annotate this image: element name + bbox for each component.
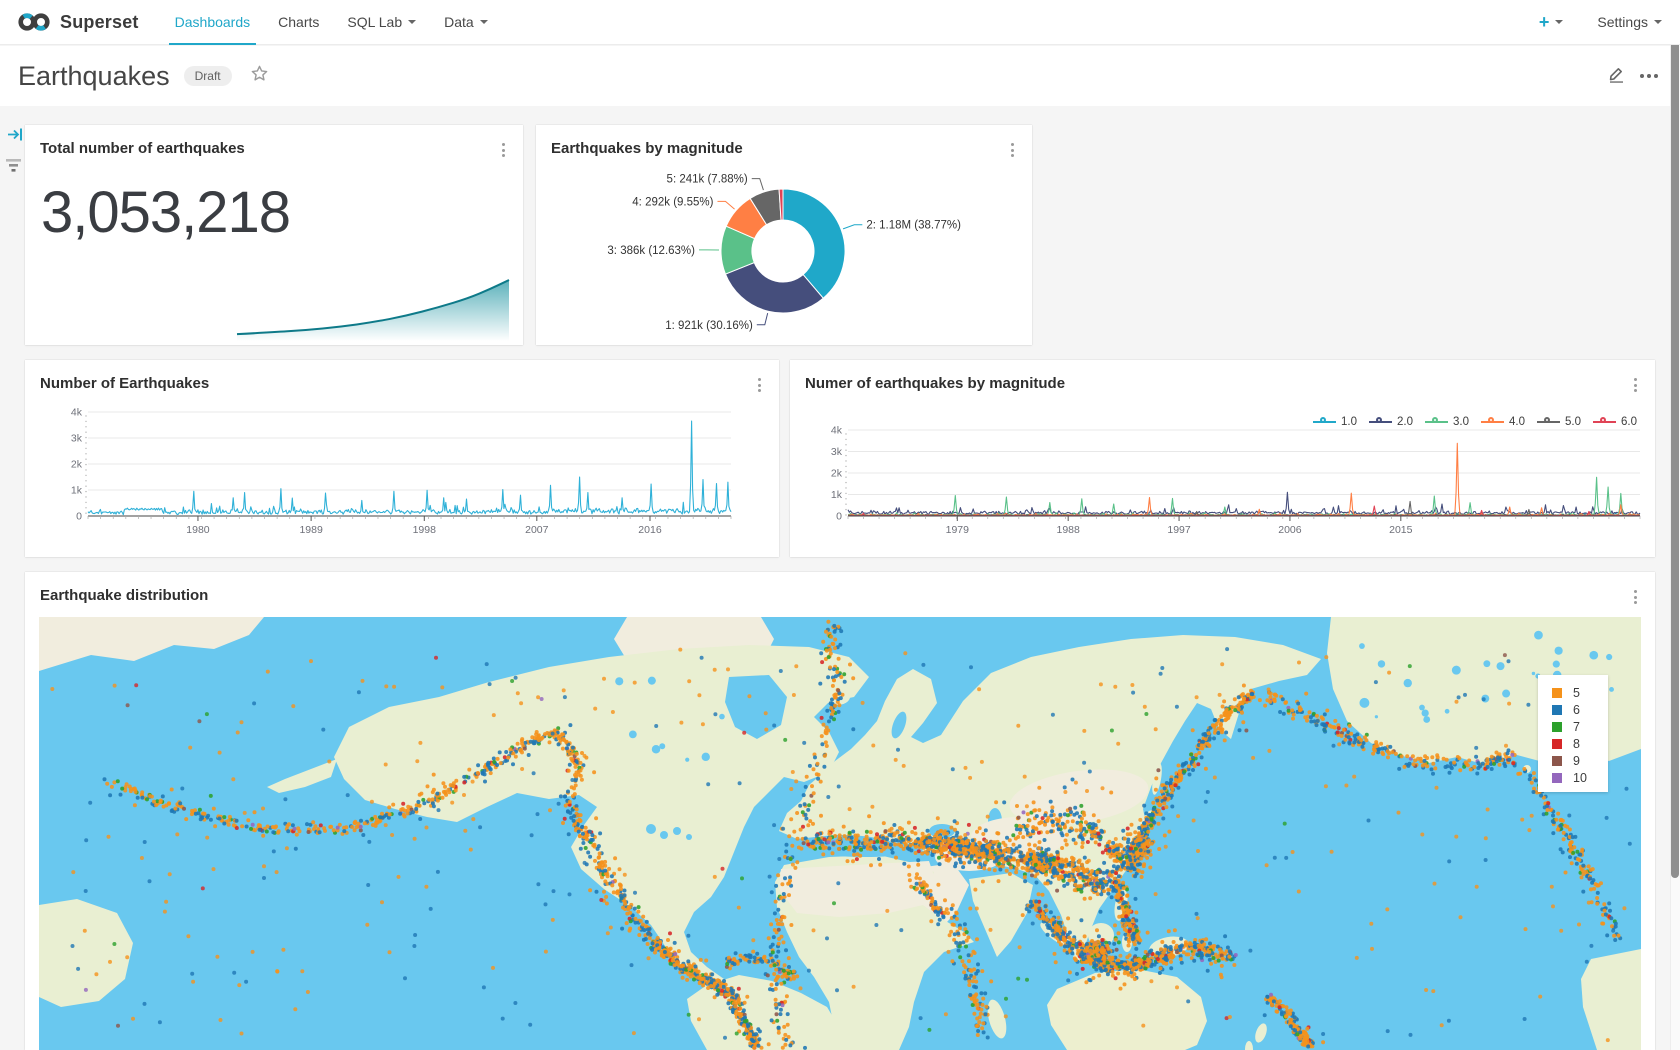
- y-axis-label: 1k: [71, 485, 83, 497]
- chart-title: Number of Earthquakes: [40, 375, 209, 392]
- caret-down-icon: [408, 20, 416, 24]
- plus-icon: +: [1539, 12, 1550, 33]
- map-legend-item-5[interactable]: 5: [1538, 684, 1608, 701]
- caret-down-icon: [1555, 20, 1563, 24]
- timeseries-chart[interactable]: 0 1k 2k 3k 4k 1979 1988 1997 2006 2015: [790, 404, 1655, 554]
- y-axis-label: 0: [836, 511, 842, 523]
- donut-label-line: [717, 201, 734, 209]
- series-line-main: [88, 421, 731, 514]
- map-legend-item-10[interactable]: 10: [1538, 769, 1608, 786]
- chart-title: Earthquake distribution: [40, 587, 208, 604]
- donut-slice-label: 5: 241k (7.88%): [667, 174, 748, 186]
- draft-badge: Draft: [184, 66, 232, 86]
- edit-pencil-icon[interactable]: [1606, 64, 1626, 89]
- card-timeseries-by-magnitude: Numer of earthquakes by magnitude 1.02.0…: [790, 360, 1655, 557]
- legend-label: 5: [1573, 686, 1580, 700]
- new-item-button[interactable]: +: [1539, 12, 1564, 33]
- series-line-3.0: [848, 477, 1640, 515]
- y-axis-label: 4k: [71, 407, 83, 419]
- donut-slice-label: 2: 1.18M (38.77%): [866, 220, 961, 232]
- legend-label: 9: [1573, 754, 1580, 768]
- legend-label: 8: [1573, 737, 1580, 751]
- card-earthquake-map: Earthquake distribution 5 6 7 8 9 10: [25, 572, 1655, 1050]
- donut-slice-label: 3: 386k (12.63%): [607, 245, 695, 257]
- y-axis-label: 3k: [71, 433, 83, 445]
- legend-swatch: [1552, 739, 1562, 749]
- y-axis-label: 4k: [831, 425, 843, 437]
- card-timeseries: Number of Earthquakes 0 1k 2k 3k 4k 1980 1989 1…: [25, 360, 779, 557]
- legend-label: 6: [1573, 703, 1580, 717]
- legend-swatch: [1552, 705, 1562, 715]
- page-title: Earthquakes: [18, 61, 170, 92]
- x-axis-label: 1988: [1056, 524, 1080, 536]
- kebab-menu-icon[interactable]: [1632, 376, 1639, 394]
- dashboard-header: Earthquakes Draft: [0, 46, 1680, 106]
- x-axis-label: 2015: [1389, 524, 1413, 536]
- card-donut-chart: Earthquakes by magnitude 2: 1.18M (38.77…: [536, 125, 1032, 345]
- donut-slice-label: 4: 292k (9.55%): [632, 196, 713, 208]
- nav-tab-charts[interactable]: Charts: [264, 0, 333, 45]
- kebab-menu-icon[interactable]: [756, 376, 763, 394]
- infinity-logo-icon: [16, 10, 52, 34]
- x-axis-label: 1989: [299, 524, 323, 536]
- legend-swatch: [1552, 756, 1562, 766]
- kebab-menu-icon[interactable]: [1632, 588, 1639, 606]
- map-legend: 5 6 7 8 9 10: [1538, 675, 1608, 792]
- x-axis-label: 1980: [186, 524, 210, 536]
- x-axis-label: 1979: [946, 524, 970, 536]
- donut-label-line: [843, 225, 862, 229]
- chart-title: Numer of earthquakes by magnitude: [805, 375, 1065, 392]
- filter-bar-collapsed: [4, 126, 26, 178]
- filter-icon[interactable]: [4, 157, 26, 178]
- y-axis-label: 0: [76, 511, 82, 523]
- map-legend-item-9[interactable]: 9: [1538, 752, 1608, 769]
- map-legend-item-8[interactable]: 8: [1538, 735, 1608, 752]
- y-axis-label: 1k: [831, 489, 843, 501]
- legend-label: 10: [1573, 771, 1587, 785]
- donut-label-line: [752, 179, 764, 190]
- x-axis-label: 1997: [1167, 524, 1191, 536]
- donut-slice-label: 1: 921k (30.16%): [665, 320, 753, 332]
- legend-swatch: [1552, 773, 1562, 783]
- brand-text[interactable]: Superset: [60, 12, 139, 33]
- timeseries-chart[interactable]: 0 1k 2k 3k 4k 1980 1989 1998 2007 2016: [25, 404, 779, 554]
- map-canvas[interactable]: [39, 617, 1641, 1050]
- expand-filters-icon[interactable]: [7, 126, 26, 148]
- card-big-number: Total number of earthquakes 3,053,218: [25, 125, 523, 345]
- map-legend-item-6[interactable]: 6: [1538, 701, 1608, 718]
- x-axis-label: 2007: [525, 524, 549, 536]
- legend-swatch: [1552, 722, 1562, 732]
- scrollbar-thumb[interactable]: [1671, 0, 1679, 878]
- legend-label: 7: [1573, 720, 1580, 734]
- settings-menu[interactable]: Settings: [1597, 14, 1662, 30]
- y-axis-label: 2k: [71, 459, 83, 471]
- navbar: Superset Dashboards Charts SQL Lab Data …: [0, 0, 1680, 45]
- nav-tab-dashboards[interactable]: Dashboards: [161, 0, 265, 45]
- superset-logo[interactable]: [16, 10, 52, 34]
- x-axis-label: 2006: [1278, 524, 1302, 536]
- donut-chart[interactable]: 2: 1.18M (38.77%) 1: 921k (30.16%) 3: 386k…: [536, 125, 1032, 345]
- series-line-4.0: [848, 443, 1640, 515]
- y-axis-label: 3k: [831, 446, 843, 458]
- caret-down-icon: [1654, 20, 1662, 24]
- legend-swatch: [1552, 688, 1562, 698]
- series-line-2.0: [848, 492, 1640, 514]
- favorite-star-icon[interactable]: [250, 64, 269, 88]
- nav-tabs: Dashboards Charts SQL Lab Data: [161, 0, 502, 45]
- donut-label-line: [757, 313, 768, 325]
- x-axis-label: 2016: [638, 524, 662, 536]
- x-axis-label: 1998: [413, 524, 437, 536]
- more-actions-icon[interactable]: [1640, 74, 1658, 78]
- caret-down-icon: [480, 20, 488, 24]
- y-axis-label: 2k: [831, 468, 843, 480]
- nav-tab-data[interactable]: Data: [430, 0, 502, 45]
- map-legend-item-7[interactable]: 7: [1538, 718, 1608, 735]
- nav-tab-sql-lab[interactable]: SQL Lab: [333, 0, 430, 45]
- trend-sparkline[interactable]: [25, 125, 523, 345]
